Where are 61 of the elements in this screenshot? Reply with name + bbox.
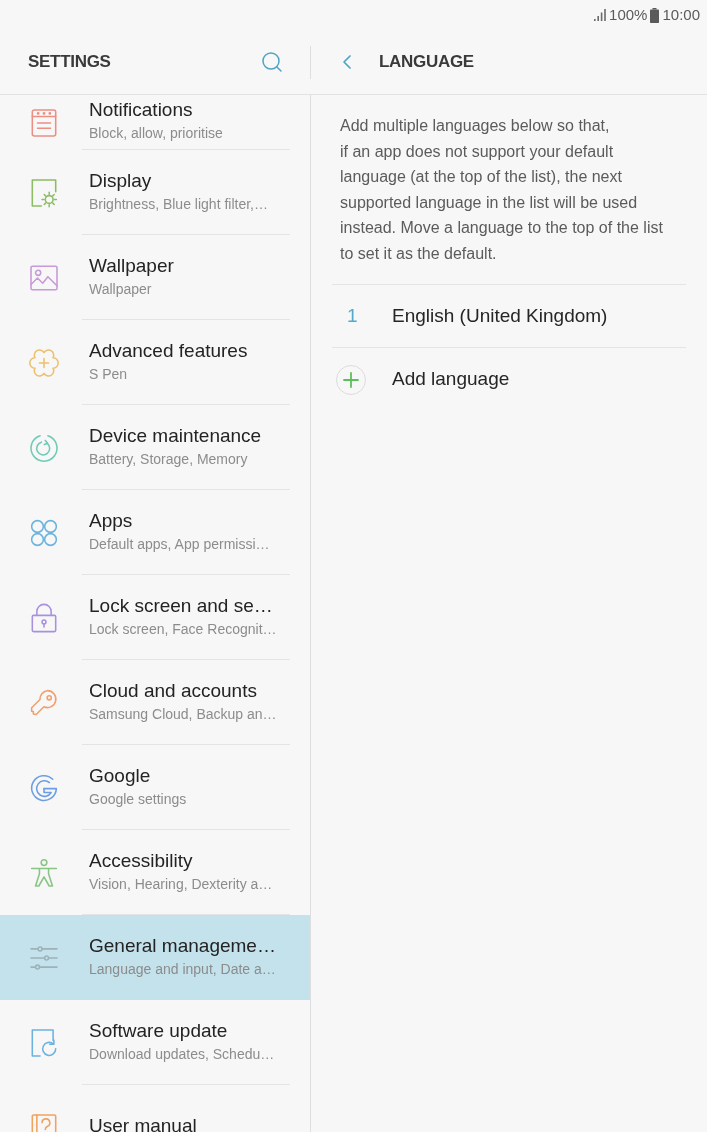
item-title: Notifications: [89, 98, 194, 122]
settings-list-item[interactable]: User manual: [0, 1085, 310, 1132]
item-title: Google: [89, 763, 152, 788]
settings-list-item[interactable]: Software update Download updates, Schedu…: [0, 1000, 310, 1085]
language-name: English (United Kingdom): [392, 303, 608, 328]
item-title: Device maintenance: [89, 423, 263, 448]
refresh-circle-icon: [31, 434, 57, 461]
item-title: Cloud and accounts: [89, 678, 258, 703]
key-icon: [31, 689, 57, 716]
list-panel-icon: [31, 110, 57, 136]
language-list-item[interactable]: 1 English (United Kingdom): [332, 285, 686, 348]
item-subtitle: Lock screen, Face Recognit…: [89, 619, 278, 639]
battery-icon: [650, 7, 660, 23]
item-subtitle: Vision, Hearing, Dexterity a…: [89, 874, 274, 894]
language-order-number: 1: [346, 303, 359, 328]
padlock-icon: [31, 604, 57, 631]
item-subtitle: Samsung Cloud, Backup an…: [89, 704, 278, 724]
settings-list-item[interactable]: Google Google settings: [0, 745, 310, 830]
sliders-icon: [31, 944, 57, 971]
item-subtitle: S Pen: [89, 364, 129, 384]
item-title: Wallpaper: [89, 253, 175, 278]
item-subtitle: Google settings: [89, 789, 188, 809]
settings-title: SETTINGS: [28, 51, 111, 74]
language-description: Add multiple languages below so that, if an app does not support your default language (at the top of the list), the next supported language in the list will be used instead. Move a language to the top of the list to set it as the default.: [332, 113, 686, 285]
document-refresh-icon: [31, 1029, 57, 1056]
item-subtitle: Brightness, Blue light filter,…: [89, 194, 269, 214]
item-subtitle: Language and input, Date a…: [89, 959, 277, 979]
add-language-button[interactable]: Add language: [332, 348, 686, 411]
item-title: Advanced features: [89, 338, 249, 363]
settings-list-item[interactable]: Display Brightness, Blue light filter,…: [0, 150, 310, 235]
settings-list-item[interactable]: General manageme… Language and input, Date a…: [0, 915, 310, 1000]
person-icon: [31, 859, 57, 886]
settings-list-item[interactable]: Cloud and accounts Samsung Cloud, Backup an…: [0, 660, 310, 745]
item-subtitle: Block, allow, prioritise: [89, 124, 224, 143]
gear-plus-icon: [31, 349, 57, 376]
search-icon[interactable]: [260, 50, 284, 74]
clock-time: 10:00: [662, 4, 700, 25]
settings-list-item[interactable]: Device maintenance Battery, Storage, Memory: [0, 405, 310, 490]
settings-list-item[interactable]: Advanced features S Pen: [0, 320, 310, 405]
four-circles-icon: [31, 519, 57, 546]
item-subtitle: Default apps, App permissi…: [89, 534, 271, 554]
settings-list-item[interactable]: Lock screen and se… Lock screen, Face Recognit…: [0, 575, 310, 660]
item-subtitle: Battery, Storage, Memory: [89, 449, 249, 469]
item-title: Apps: [89, 508, 134, 533]
settings-list-item[interactable]: Notifications Block, allow, prioritise: [0, 95, 310, 150]
item-title: Lock screen and se…: [89, 593, 274, 618]
screen-brightness-icon: [31, 179, 57, 206]
image-icon: [31, 264, 57, 291]
item-title: User manual: [89, 1114, 198, 1132]
settings-list-item[interactable]: Wallpaper Wallpaper: [0, 235, 310, 320]
battery-percentage: 100%: [609, 4, 648, 25]
signal-icon: [594, 9, 607, 21]
language-title: LANGUAGE: [379, 51, 474, 74]
item-title: Accessibility: [89, 848, 194, 873]
g-logo-icon: [31, 774, 57, 801]
item-title: Display: [89, 168, 153, 193]
item-subtitle: Wallpaper: [89, 279, 153, 299]
item-title: Software update: [89, 1018, 229, 1043]
item-subtitle: Download updates, Schedu…: [89, 1044, 276, 1064]
settings-list-item[interactable]: Apps Default apps, App permissi…: [0, 490, 310, 575]
item-title: General manageme…: [89, 933, 277, 958]
